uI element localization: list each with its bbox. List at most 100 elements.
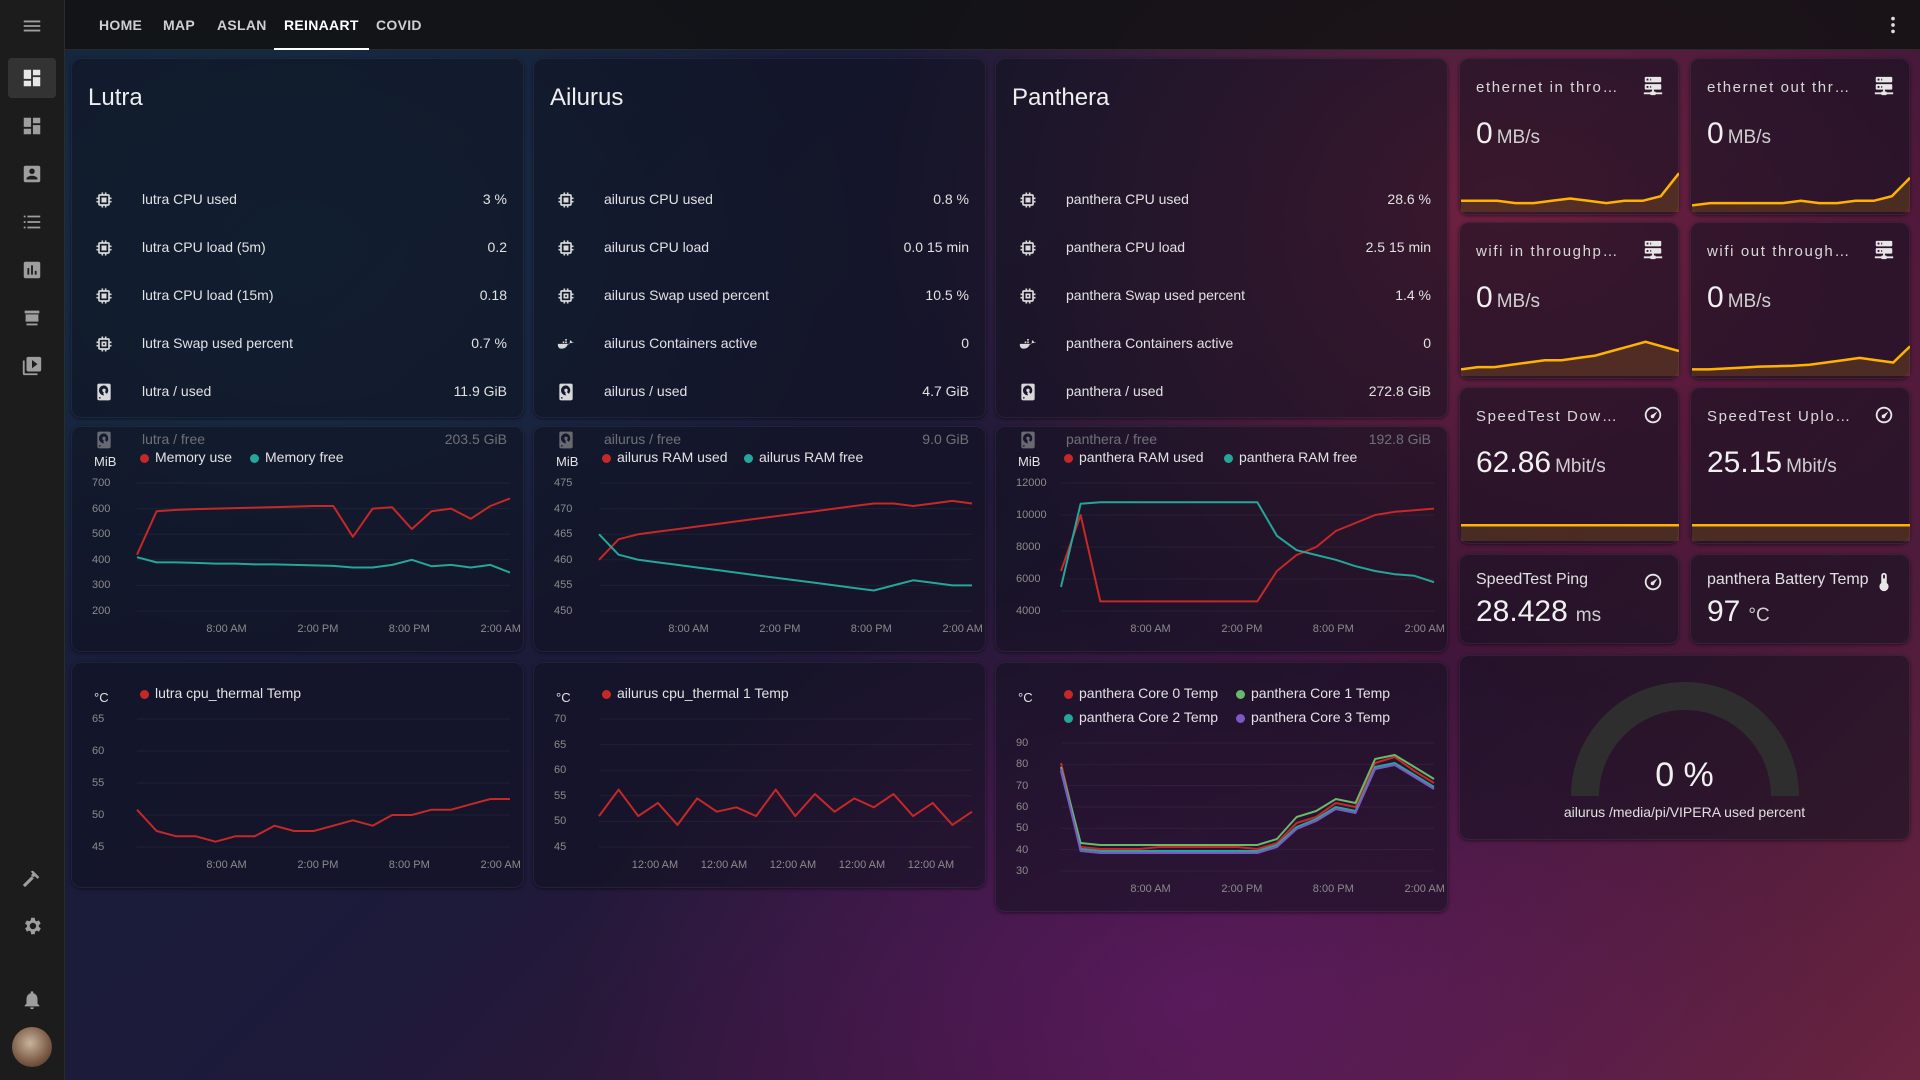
sensor-unit: Mbit/s — [1555, 456, 1606, 477]
host-card-ailurus: Ailurus ailurus CPU used 0.8 % ailurus CPU … — [533, 58, 986, 449]
dashboard-icon[interactable] — [8, 106, 56, 146]
y-tick-label: 90 — [1016, 737, 1029, 749]
avatar[interactable] — [12, 1027, 52, 1067]
y-tick-label: 70 — [554, 713, 567, 725]
history-graph-card[interactable]: °C panthera Core 0 Temp panthera Core 1 Te… — [995, 662, 1448, 912]
x-tick-label: 8:00 AM — [1130, 623, 1171, 635]
legend-item[interactable]: panthera Core 0 Temp — [1064, 685, 1218, 701]
entity-row[interactable]: lutra / used 11.9 GiB — [72, 368, 523, 416]
sensor-card[interactable]: ethernet in thro… 0 MB/s — [1459, 58, 1679, 215]
battery-label: panthera Battery Temp — [1707, 571, 1869, 588]
entity-row[interactable]: panthera Containers active 0 — [996, 320, 1447, 368]
chart-plot — [136, 482, 511, 612]
chart-plot — [598, 718, 973, 848]
entity-row[interactable]: ailurus Swap used percent 10.5 % — [534, 272, 985, 320]
legend-label: ailurus RAM free — [759, 449, 864, 465]
legend-item[interactable]: ailurus RAM free — [744, 449, 863, 465]
entity-row[interactable]: ailurus CPU used 0.8 % — [534, 176, 985, 224]
history-graph-card[interactable]: °C lutra cpu_thermal Temp 65 60 55 50 45 8:00 A… — [71, 662, 524, 888]
sensor-label: wifi out through… — [1707, 243, 1851, 260]
legend-label: ailurus RAM used — [617, 449, 728, 465]
legend-label: Memory free — [265, 449, 344, 465]
sensor-unit: MB/s — [1496, 127, 1540, 148]
legend-item[interactable]: ailurus cpu_thermal 1 Temp — [602, 685, 789, 701]
entity-name: panthera Containers active — [1066, 335, 1234, 351]
entity-value: 0.0 15 min — [903, 239, 969, 255]
legend-item[interactable]: panthera Core 1 Temp — [1236, 685, 1390, 701]
series-line — [1060, 507, 1435, 603]
y-tick-label: 45 — [92, 841, 105, 853]
legend-dot — [1236, 689, 1245, 699]
x-tick-label: 8:00 PM — [1312, 623, 1354, 635]
y-tick-label: 700 — [92, 477, 111, 489]
entity-value: 3 % — [482, 191, 507, 207]
tab-map[interactable]: MAP — [163, 0, 195, 50]
tab-aslan[interactable]: ASLAN — [217, 0, 267, 50]
hacs-icon[interactable] — [8, 298, 56, 338]
sparkline — [1461, 523, 1679, 541]
notifications-icon[interactable] — [8, 980, 56, 1020]
tab-home[interactable]: HOME — [99, 0, 142, 50]
menu-icon[interactable] — [8, 6, 56, 46]
sensor-unit: MB/s — [1727, 127, 1771, 148]
speedtest-ping-card[interactable]: SpeedTest Ping 28.428 ms — [1459, 554, 1679, 644]
legend-item[interactable]: Memory free — [250, 449, 344, 465]
account-box-icon[interactable] — [8, 154, 56, 194]
legend-item[interactable]: Memory use — [140, 449, 232, 465]
sensor-card[interactable]: SpeedTest Dow… 62.86 Mbit/s — [1459, 387, 1679, 544]
x-tick-label: 2:00 PM — [1221, 883, 1263, 895]
legend-item[interactable]: panthera Core 2 Temp — [1064, 709, 1218, 725]
history-graph-card[interactable]: °C ailurus cpu_thermal 1 Temp 70 65 60 55 50 45… — [533, 662, 986, 888]
entity-row[interactable]: ailurus Containers active 0 — [534, 320, 985, 368]
battery-value: 97 — [1707, 595, 1741, 628]
legend-item[interactable]: ailurus RAM used — [602, 449, 728, 465]
list-icon[interactable] — [8, 202, 56, 242]
card-title: Lutra — [88, 84, 143, 111]
card-title: Ailurus — [550, 84, 624, 111]
legend-item[interactable]: panthera Core 3 Temp — [1236, 709, 1390, 725]
more-options-icon[interactable] — [1882, 14, 1902, 36]
entity-row[interactable]: panthera / used 272.8 GiB — [996, 368, 1447, 416]
tab-covid[interactable]: COVID — [376, 0, 422, 50]
chart-icon[interactable] — [8, 250, 56, 290]
sensor-card[interactable]: wifi in throughp… 0 MB/s — [1459, 222, 1679, 379]
history-graph-card[interactable]: MiB Memory use Memory free 700 600 500 400 300 2… — [71, 426, 524, 652]
y-tick-label: 65 — [92, 713, 105, 725]
entity-row[interactable]: panthera Swap used percent 1.4 % — [996, 272, 1447, 320]
entity-row[interactable]: panthera CPU load 2.5 15 min — [996, 224, 1447, 272]
history-graph-card[interactable]: MiB ailurus RAM used ailurus RAM free 475 47… — [533, 426, 986, 652]
legend-item[interactable]: panthera RAM used — [1064, 449, 1204, 465]
entity-name: ailurus Swap used percent — [604, 287, 769, 303]
entity-row[interactable]: ailurus / used 4.7 GiB — [534, 368, 985, 416]
sensor-card[interactable]: ethernet out thr… 0 MB/s — [1690, 58, 1910, 215]
entity-row[interactable]: lutra CPU load (15m) 0.18 — [72, 272, 523, 320]
sparkline — [1461, 172, 1679, 212]
entity-row[interactable]: lutra Swap used percent 0.7 % — [72, 320, 523, 368]
chart-plot — [1060, 742, 1435, 872]
entity-row[interactable]: lutra CPU used 3 % — [72, 176, 523, 224]
entity-name: panthera CPU used — [1066, 191, 1189, 207]
settings-icon[interactable] — [8, 906, 56, 946]
entity-name: lutra CPU load (5m) — [142, 239, 266, 255]
sparkline-area — [1692, 177, 1910, 212]
hammer-icon[interactable] — [8, 858, 56, 898]
entity-row[interactable]: lutra CPU load (5m) 0.2 — [72, 224, 523, 272]
entity-name: lutra CPU used — [142, 191, 237, 207]
sensor-card[interactable]: SpeedTest Uplo… 25.15 Mbit/s — [1690, 387, 1910, 544]
legend-label: panthera RAM used — [1079, 449, 1204, 465]
overview-dashboard-icon[interactable] — [8, 58, 56, 98]
entity-row[interactable]: ailurus CPU load 0.0 15 min — [534, 224, 985, 272]
sensor-card[interactable]: wifi out through… 0 MB/s — [1690, 222, 1910, 379]
tab-reinaart[interactable]: REINAART — [274, 0, 369, 50]
sensor-unit: MB/s — [1727, 291, 1771, 312]
legend-item[interactable]: panthera RAM free — [1224, 449, 1357, 465]
x-tick-label: 8:00 PM — [850, 623, 892, 635]
battery-temp-card[interactable]: panthera Battery Temp 97 °C — [1690, 554, 1910, 644]
media-icon[interactable] — [8, 346, 56, 386]
vipera-gauge-card[interactable]: 0 % ailurus /media/pi/VIPERA used percen… — [1459, 655, 1910, 840]
legend-item[interactable]: lutra cpu_thermal Temp — [140, 685, 301, 701]
entity-row[interactable]: panthera CPU used 28.6 % — [996, 176, 1447, 224]
card-title: Panthera — [1012, 84, 1110, 111]
history-graph-card[interactable]: MiB panthera RAM used panthera RAM free 120… — [995, 426, 1448, 652]
speedometer-icon — [1642, 404, 1664, 426]
